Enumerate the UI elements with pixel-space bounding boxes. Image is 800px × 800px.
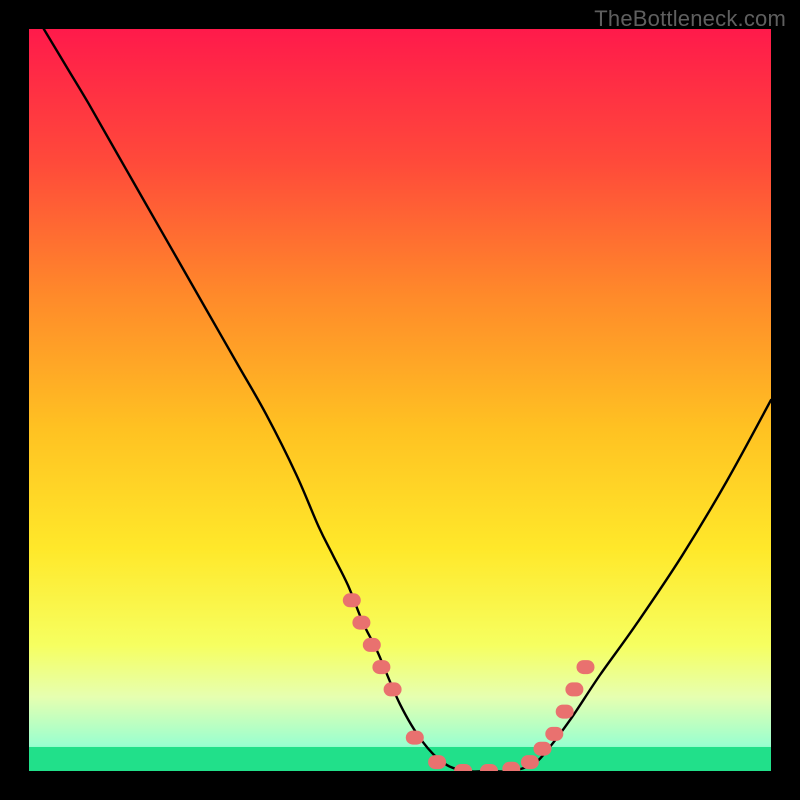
watermark-text: TheBottleneck.com [594,6,786,32]
marker-dot [556,705,574,719]
marker-dot [406,731,424,745]
green-band [29,747,771,771]
marker-dot [384,682,402,696]
plot-svg [29,29,771,771]
marker-dot [352,616,370,630]
gradient-background [29,29,771,771]
plot-area [29,29,771,771]
marker-dot [534,742,552,756]
marker-dot [363,638,381,652]
marker-dot [521,755,539,769]
marker-dot [343,593,361,607]
marker-dot [577,660,595,674]
chart-stage: TheBottleneck.com [0,0,800,800]
marker-dot [565,682,583,696]
marker-dot [372,660,390,674]
marker-dot [428,755,446,769]
marker-dot [545,727,563,741]
